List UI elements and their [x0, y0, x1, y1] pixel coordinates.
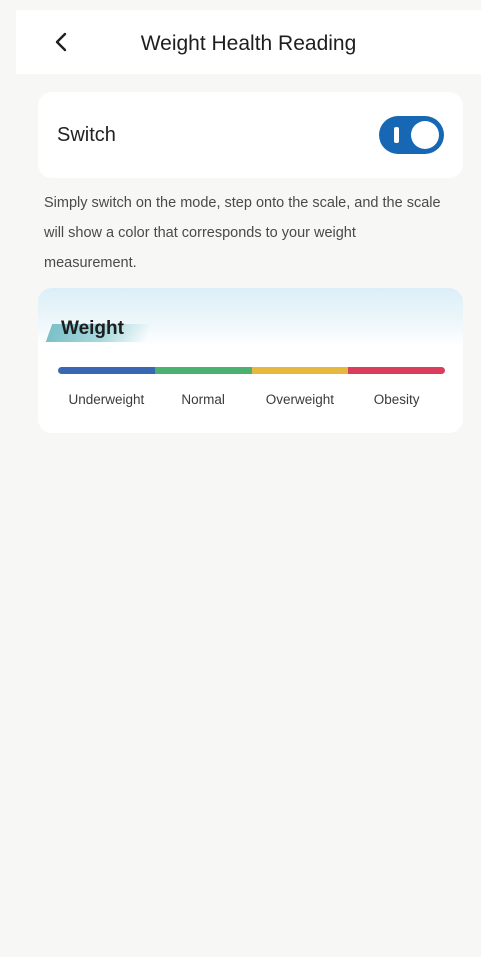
scale-segment-obesity	[348, 367, 445, 374]
weight-color-scale	[58, 367, 445, 374]
scale-label-overweight: Overweight	[265, 392, 335, 407]
weight-card-title: Weight	[61, 318, 124, 339]
toggle-on-indicator	[394, 127, 399, 143]
switch-card: Switch	[38, 92, 463, 178]
mode-toggle[interactable]	[379, 116, 444, 154]
switch-label: Switch	[57, 124, 116, 146]
scale-segment-underweight	[58, 367, 155, 374]
scale-label-underweight: Underweight	[68, 392, 145, 407]
toggle-knob	[411, 121, 439, 149]
scale-label-obesity: Obesity	[373, 392, 420, 407]
scale-segment-overweight	[251, 367, 349, 374]
scale-label-normal: Normal	[181, 392, 225, 407]
header-bar: Weight Health Reading	[16, 10, 481, 74]
screen: Weight Health Reading Switch Simply swit…	[0, 0, 481, 957]
scale-segment-normal	[154, 367, 252, 374]
mode-description: Simply switch on the mode, step onto the…	[44, 195, 441, 271]
page-title: Weight Health Reading	[140, 32, 357, 55]
scale-labels: Underweight Normal Overweight Obesity	[58, 392, 445, 407]
weight-card: Weight Underweight Normal Overweight Obe…	[38, 288, 463, 433]
